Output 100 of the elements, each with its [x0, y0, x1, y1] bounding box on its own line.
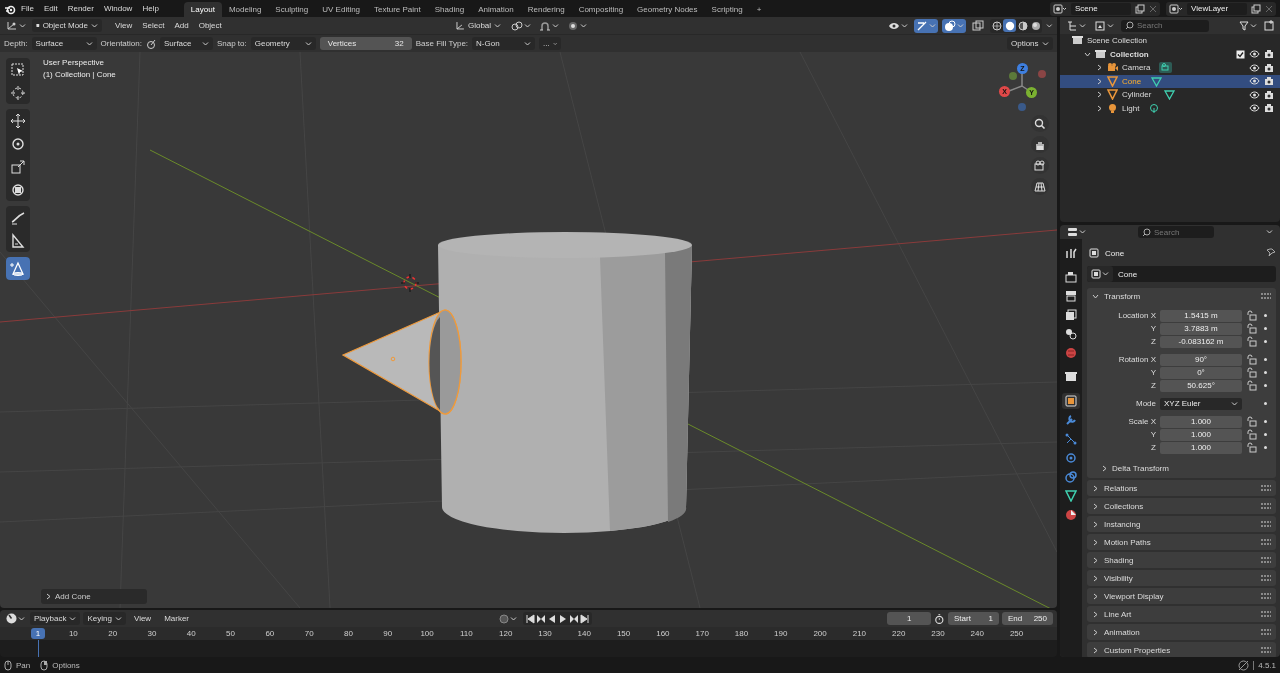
- render-camera-icon[interactable]: [1264, 49, 1274, 60]
- outliner-item-name[interactable]: Cone: [1122, 76, 1142, 86]
- view-layer-name-field[interactable]: ViewLayer: [1187, 2, 1247, 15]
- mode-dropdown[interactable]: Object Mode: [32, 19, 102, 32]
- tool-button[interactable]: [6, 257, 30, 280]
- navigation-button[interactable]: [1031, 178, 1049, 195]
- menu-item[interactable]: Object: [193, 21, 227, 30]
- dropdown[interactable]: Geometry: [250, 37, 316, 50]
- number-field[interactable]: -0.083162 m: [1160, 335, 1242, 348]
- lock-icon[interactable]: [1246, 323, 1257, 334]
- number-field[interactable]: 1.5415 m: [1160, 309, 1242, 322]
- workspace-tab[interactable]: Modeling: [221, 2, 269, 17]
- workspace-tab[interactable]: Scripting: [704, 2, 750, 17]
- lock-icon[interactable]: [1246, 354, 1257, 365]
- panel-header[interactable]: Relations: [1087, 480, 1276, 496]
- play-reverse-icon[interactable]: [547, 613, 558, 624]
- outliner-item-name[interactable]: Light: [1122, 103, 1140, 113]
- keyframe-dot[interactable]: [1264, 358, 1267, 361]
- filter-button[interactable]: [1237, 18, 1259, 33]
- camera-data-icon[interactable]: [1159, 62, 1173, 74]
- menu-item[interactable]: Select: [137, 21, 170, 30]
- workspace-tab[interactable]: Compositing: [571, 2, 631, 17]
- number-field[interactable]: 1.000: [1160, 415, 1242, 428]
- new-collection-icon[interactable]: [1264, 20, 1275, 31]
- lock-icon[interactable]: [1246, 416, 1257, 427]
- keyframe-dot[interactable]: [1264, 384, 1267, 387]
- number-field[interactable]: 0°: [1160, 366, 1242, 379]
- keyframe-dot[interactable]: [1264, 340, 1267, 343]
- render-camera-icon[interactable]: [1264, 89, 1274, 100]
- lock-icon[interactable]: [1246, 429, 1257, 440]
- checkbox-icon[interactable]: [1236, 49, 1245, 59]
- lock-icon[interactable]: [1246, 310, 1257, 321]
- duplicate-icon[interactable]: [1135, 3, 1145, 14]
- outliner-item-name[interactable]: Cylinder: [1122, 90, 1152, 100]
- properties-tab[interactable]: [1062, 269, 1080, 285]
- menu-item[interactable]: View: [128, 614, 157, 623]
- panel-header[interactable]: Motion Paths: [1087, 534, 1276, 550]
- outliner-row[interactable]: Cylinder: [1060, 88, 1280, 102]
- frame-range-field[interactable]: Start 1: [948, 612, 999, 625]
- orientation-dropdown[interactable]: Global: [451, 19, 506, 32]
- outliner-item-name[interactable]: Scene Collection: [1087, 36, 1148, 46]
- workspace-tab[interactable]: Layout: [183, 2, 222, 17]
- jump-end-icon[interactable]: [580, 613, 591, 624]
- keyframe-dot[interactable]: [1264, 314, 1267, 317]
- frame-range-field[interactable]: End 250: [1002, 612, 1053, 625]
- editor-type-button[interactable]: [4, 611, 27, 626]
- shading-mode-button[interactable]: [1016, 19, 1030, 32]
- number-field[interactable]: 1.000: [1160, 428, 1242, 441]
- jump-start-icon[interactable]: [525, 613, 536, 624]
- panel-header[interactable]: Custom Properties: [1087, 642, 1276, 657]
- eye-icon[interactable]: [1249, 49, 1260, 60]
- outliner-item-name[interactable]: Collection: [1110, 49, 1149, 59]
- menu-item[interactable]: Window: [98, 4, 138, 13]
- datablock-type-button[interactable]: [1087, 266, 1113, 282]
- panel-header[interactable]: Transform: [1087, 288, 1276, 304]
- menu-item[interactable]: Edit: [38, 4, 63, 13]
- options-dropdown[interactable]: Options: [1007, 37, 1053, 50]
- prev-key-icon[interactable]: [536, 613, 547, 624]
- next-key-icon[interactable]: [569, 613, 580, 624]
- pin-icon[interactable]: [1266, 248, 1276, 258]
- eye-icon[interactable]: [1249, 89, 1260, 100]
- view-layer-type-icon[interactable]: [1169, 3, 1183, 14]
- outliner-row[interactable]: Camera: [1060, 61, 1280, 75]
- workspace-tab[interactable]: UV Editing: [315, 2, 368, 17]
- shading-mode-button[interactable]: [990, 19, 1004, 32]
- vertices-field[interactable]: Vertices 32: [319, 37, 412, 50]
- dropdown[interactable]: Surface: [159, 37, 213, 50]
- lock-icon[interactable]: [1246, 336, 1257, 347]
- gizmo-toggle-button[interactable]: [914, 18, 939, 33]
- current-frame-field[interactable]: 1: [887, 612, 932, 625]
- keyframe-dot[interactable]: [1264, 402, 1267, 405]
- menu-item[interactable]: Render: [62, 4, 99, 13]
- close-icon[interactable]: [1149, 4, 1157, 13]
- search-field[interactable]: Search: [1121, 19, 1209, 32]
- panel-header[interactable]: Animation: [1087, 624, 1276, 640]
- shading-mode-button[interactable]: [1029, 19, 1043, 32]
- search-field[interactable]: Search: [1138, 226, 1214, 238]
- workspace-tab[interactable]: Geometry Nodes: [630, 2, 705, 17]
- keyframe-dot[interactable]: [1264, 433, 1267, 436]
- render-camera-icon[interactable]: [1264, 103, 1274, 114]
- number-field[interactable]: 90°: [1160, 353, 1242, 366]
- panel-header[interactable]: Visibility: [1087, 570, 1276, 586]
- shading-mode-button[interactable]: [1003, 19, 1017, 32]
- number-field[interactable]: 1.000: [1160, 441, 1242, 454]
- panel-header[interactable]: Shading: [1087, 552, 1276, 568]
- panel-header[interactable]: Instancing: [1087, 516, 1276, 532]
- scene-type-icon[interactable]: [1053, 3, 1067, 14]
- dropdown[interactable]: Playback: [30, 612, 81, 625]
- close-icon[interactable]: [1265, 4, 1273, 13]
- workspace-tab[interactable]: Texture Paint: [367, 2, 428, 17]
- playhead-frame[interactable]: 1: [31, 628, 45, 639]
- overlay-toggle-button[interactable]: [942, 18, 967, 33]
- keyframe-dot[interactable]: [1264, 446, 1267, 449]
- workspace-tab[interactable]: Shading: [427, 2, 472, 17]
- more-dropdown[interactable]: ...: [539, 37, 562, 50]
- workspace-tab[interactable]: Sculpting: [268, 2, 316, 17]
- stopwatch-icon[interactable]: [934, 612, 945, 625]
- dropdown[interactable]: Keying: [83, 612, 126, 625]
- operator-panel-header[interactable]: Add Cone: [41, 589, 147, 604]
- properties-tab[interactable]: [1062, 393, 1080, 409]
